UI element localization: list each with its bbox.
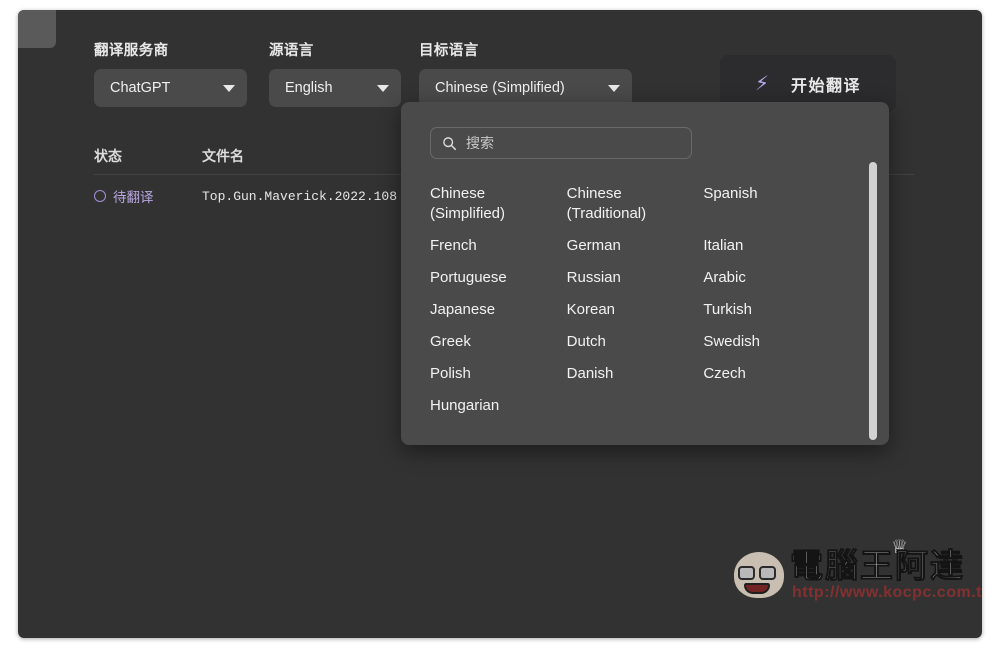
provider-select-value: ChatGPT (110, 80, 171, 96)
language-option[interactable]: Dutch (567, 326, 699, 358)
column-header-status: 状态 (94, 148, 122, 164)
watermark-mouth (744, 583, 770, 594)
chevron-down-icon (377, 84, 389, 92)
search-box[interactable] (430, 127, 692, 159)
row-status-cell: 待翻译 (94, 186, 202, 206)
watermark-glasses-right (759, 566, 776, 580)
language-options-grid: Chinese (Simplified) Chinese (Traditiona… (430, 178, 840, 422)
chevron-down-icon (608, 84, 620, 92)
language-option[interactable]: Russian (567, 262, 699, 294)
search-input[interactable] (466, 135, 680, 151)
provider-label: 翻译服务商 (94, 43, 169, 59)
language-option[interactable]: Arabic (703, 262, 835, 294)
watermark-url: http://www.kocpc.com.tw (792, 584, 982, 601)
language-dropdown-panel: Chinese (Simplified) Chinese (Traditiona… (401, 102, 889, 445)
watermark-face-icon (734, 552, 784, 598)
language-option[interactable]: French (430, 230, 562, 262)
language-option[interactable]: German (567, 230, 699, 262)
language-option[interactable]: Portuguese (430, 262, 562, 294)
source-language-select[interactable]: English (269, 69, 401, 107)
watermark-title: 電腦王阿達 (790, 547, 965, 584)
watermark-glasses-left (738, 566, 755, 580)
language-option[interactable]: Italian (703, 230, 835, 262)
language-option[interactable]: Greek (430, 326, 562, 358)
source-language-select-value: English (285, 80, 333, 96)
language-option[interactable]: Korean (567, 294, 699, 326)
target-language-select-value: Chinese (Simplified) (435, 80, 565, 96)
dropdown-scrollbar-track[interactable] (866, 162, 880, 440)
dropdown-scrollbar-thumb[interactable] (869, 162, 877, 440)
source-language-label: 源语言 (269, 43, 314, 59)
language-option[interactable]: Czech (703, 358, 835, 390)
target-language-field-group: 目标语言 Chinese (Simplified) (419, 43, 632, 107)
language-option[interactable]: Danish (567, 358, 699, 390)
start-translate-label: 开始翻译 (791, 77, 862, 95)
row-status-label: 待翻译 (113, 190, 154, 205)
site-watermark: ♕ 電腦王阿達 http://www.kocpc.com.tw (734, 537, 982, 610)
source-language-field-group: 源语言 English (269, 43, 401, 107)
search-icon (443, 136, 457, 150)
target-language-label: 目标语言 (419, 43, 479, 59)
provider-select[interactable]: ChatGPT (94, 69, 247, 107)
language-option[interactable]: Turkish (703, 294, 835, 326)
language-option[interactable]: Japanese (430, 294, 562, 326)
language-option[interactable]: Hungarian (430, 390, 562, 422)
circle-outline-icon (94, 190, 106, 202)
language-option[interactable]: Chinese (Simplified) (430, 178, 562, 230)
lightning-bolt-icon: ⚡ (754, 72, 770, 95)
crown-icon: ♕ (891, 537, 909, 558)
provider-field-group: 翻译服务商 ChatGPT (94, 43, 247, 107)
language-option[interactable]: Swedish (703, 326, 835, 358)
language-option[interactable]: Polish (430, 358, 562, 390)
chevron-down-icon (223, 84, 235, 92)
app-window: 翻译服务商 ChatGPT 源语言 English 目标语言 Chinese (… (18, 10, 982, 638)
language-option[interactable]: Chinese (Traditional) (567, 178, 699, 230)
language-option[interactable]: Spanish (703, 178, 835, 230)
